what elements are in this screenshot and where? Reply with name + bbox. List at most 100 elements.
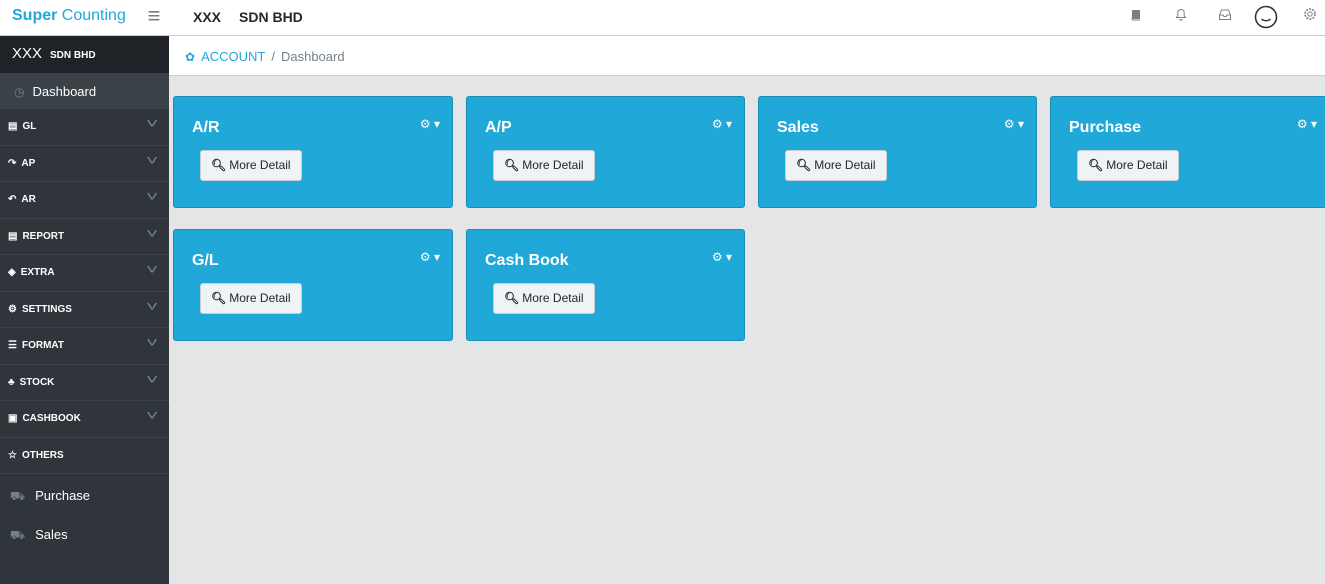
gear-icon: ⚙ xyxy=(419,250,431,264)
search-icon: 🔍︎ xyxy=(796,158,812,172)
chevron-down-icon: ˅ xyxy=(145,188,159,204)
settings-icon: ⚙ xyxy=(8,303,17,315)
search-icon: 🔍︎ xyxy=(504,158,520,172)
card-settings-dropdown[interactable]: ⚙ ▾ xyxy=(712,250,732,264)
cash-icon: ▣ xyxy=(8,413,18,424)
card-settings-dropdown[interactable]: ⚙ ▾ xyxy=(420,117,440,131)
shapes-icon: ♣ xyxy=(8,376,15,388)
hamburger-menu-icon[interactable]: ≡ xyxy=(142,2,166,32)
book-icon[interactable] xyxy=(1125,6,1147,28)
chevron-down-icon: ˅ xyxy=(145,297,159,314)
gear-icon: ⚙ xyxy=(711,117,723,131)
sidebar-item-settings[interactable]: ⚙ SETTINGS ˅ xyxy=(0,291,169,328)
sidebar-item-ar[interactable]: ↶ AR ˅ xyxy=(0,182,169,219)
chevron-down-icon: ˅ xyxy=(145,407,159,423)
more-detail-label: More Detail xyxy=(522,158,584,172)
card-purchase: Purchase ⚙ ▾ 🔍︎ More Detail xyxy=(1050,96,1325,208)
sidebar-item-purchase[interactable]: ⛟ Purchase xyxy=(0,476,169,515)
caret-down-icon: ▾ xyxy=(725,250,732,264)
more-detail-button[interactable]: 🔍︎ More Detail xyxy=(200,150,302,181)
sidebar-item-dashboard[interactable]: ◷ Dashboard xyxy=(0,73,169,109)
search-icon: 🔍︎ xyxy=(211,158,227,172)
inbox-icon[interactable] xyxy=(1214,6,1236,28)
sidebar-item-label: EXTRA xyxy=(20,267,55,278)
caret-down-icon: ▾ xyxy=(433,117,440,131)
gear-icon: ⚙ xyxy=(1296,117,1308,131)
card-ar: A/R ⚙ ▾ 🔍︎ More Detail xyxy=(173,96,453,208)
sidebar-item-others[interactable]: ☆ OTHERS xyxy=(0,437,169,474)
caret-down-icon: ▾ xyxy=(433,250,440,264)
caret-down-icon: ▾ xyxy=(1310,117,1317,131)
sidebar-header-sub: SDN BHD xyxy=(50,50,96,61)
brand-logo[interactable]: Super Counting xyxy=(12,7,126,25)
search-icon: 🔍︎ xyxy=(211,291,227,305)
sidebar-item-label: GL xyxy=(22,121,37,132)
gear-icon: ⚙ xyxy=(419,117,431,131)
report-icon: ▤ xyxy=(8,230,18,242)
more-detail-button[interactable]: 🔍︎ More Detail xyxy=(200,283,302,314)
card-settings-dropdown[interactable]: ⚙ ▾ xyxy=(1004,117,1024,131)
card-settings-dropdown[interactable]: ⚙ ▾ xyxy=(712,117,732,131)
breadcrumb-separator: / xyxy=(271,49,275,64)
sidebar-item-label: Dashboard xyxy=(32,84,97,99)
star-icon: ☆ xyxy=(8,449,17,461)
sidebar-item-stock[interactable]: ♣ STOCK ˅ xyxy=(0,364,169,401)
chevron-down-icon: ˅ xyxy=(145,370,159,387)
bell-icon[interactable] xyxy=(1170,6,1192,28)
company-name-b: SDN BHD xyxy=(239,9,303,25)
sidebar-item-label: AP xyxy=(21,157,36,169)
card-settings-dropdown[interactable]: ⚙ ▾ xyxy=(1297,117,1317,131)
sidebar-item-cashbook[interactable]: ▣ CASHBOOK ˅ xyxy=(0,401,169,438)
reply-icon: ↶ xyxy=(8,194,17,205)
cart-icon: ⛟ xyxy=(10,528,26,542)
card-sales: Sales ⚙ ▾ 🔍︎ More Detail xyxy=(758,96,1037,208)
more-detail-button[interactable]: 🔍︎ More Detail xyxy=(493,283,595,314)
gear-icon[interactable] xyxy=(1299,6,1321,28)
share-icon: ↷ xyxy=(8,157,17,169)
sidebar-item-label: Purchase xyxy=(35,488,91,503)
breadcrumb-current: Dashboard xyxy=(280,49,345,64)
layers-icon: ◈ xyxy=(8,267,16,278)
card-gl: G/L ⚙ ▾ 🔍︎ More Detail xyxy=(173,229,453,341)
chevron-down-icon: ˅ xyxy=(145,115,159,131)
more-detail-label: More Detail xyxy=(229,158,291,172)
sidebar-item-label: AR xyxy=(21,194,36,205)
sidebar-item-label: SETTINGS xyxy=(21,303,72,315)
card-title: G/L xyxy=(192,252,219,269)
card-title: Cash Book xyxy=(485,252,569,269)
more-detail-button[interactable]: 🔍︎ More Detail xyxy=(1077,150,1179,181)
search-icon: 🔍︎ xyxy=(504,291,520,305)
sidebar: XXX SDN BHD ◷ Dashboard ▤ GL ˅ ↷ AP ˅ ↶ AR ˅ ▤ RE… xyxy=(0,36,169,584)
gear-icon: ⚙ xyxy=(711,250,723,264)
more-detail-button[interactable]: 🔍︎ More Detail xyxy=(785,150,887,181)
company-name: XXX SDN BHD xyxy=(193,9,303,25)
card-cash-book: Cash Book ⚙ ▾ 🔍︎ More Detail xyxy=(466,229,745,341)
caret-down-icon: ▾ xyxy=(1017,117,1024,131)
sidebar-item-sales[interactable]: ⛟ Sales xyxy=(0,515,169,554)
sidebar-item-label: FORMAT xyxy=(21,340,64,351)
speedometer-icon: ◷ xyxy=(14,85,25,99)
dashboard-icon: ✿ xyxy=(185,50,196,64)
search-icon: 🔍︎ xyxy=(1088,158,1104,172)
sidebar-header-main: XXX xyxy=(12,45,43,62)
card-settings-dropdown[interactable]: ⚙ ▾ xyxy=(420,250,440,264)
breadcrumb: ✿ ACCOUNT / Dashboard xyxy=(169,36,1325,76)
sidebar-item-gl[interactable]: ▤ GL ˅ xyxy=(0,109,169,146)
sidebar-item-extra[interactable]: ◈ EXTRA ˅ xyxy=(0,255,169,292)
sidebar-header: XXX SDN BHD xyxy=(0,36,169,73)
chevron-down-icon: ˅ xyxy=(145,334,159,350)
cart-icon: ⛟ xyxy=(10,489,26,503)
sidebar-item-label: Sales xyxy=(35,527,68,542)
more-detail-label: More Detail xyxy=(229,291,291,305)
more-detail-label: More Detail xyxy=(1106,158,1168,172)
sidebar-item-report[interactable]: ▤ REPORT ˅ xyxy=(0,218,169,255)
more-detail-label: More Detail xyxy=(522,291,584,305)
card-ap: A/P ⚙ ▾ 🔍︎ More Detail xyxy=(466,96,745,208)
brand-bold: Super xyxy=(12,7,58,24)
sidebar-item-ap[interactable]: ↷ AP ˅ xyxy=(0,145,169,182)
format-list-icon: ☰ xyxy=(8,340,17,351)
sidebar-item-format[interactable]: ☰ FORMAT ˅ xyxy=(0,328,169,365)
more-detail-button[interactable]: 🔍︎ More Detail xyxy=(493,150,595,181)
breadcrumb-account-link[interactable]: ACCOUNT xyxy=(201,49,265,64)
user-avatar-icon[interactable] xyxy=(1253,4,1279,30)
